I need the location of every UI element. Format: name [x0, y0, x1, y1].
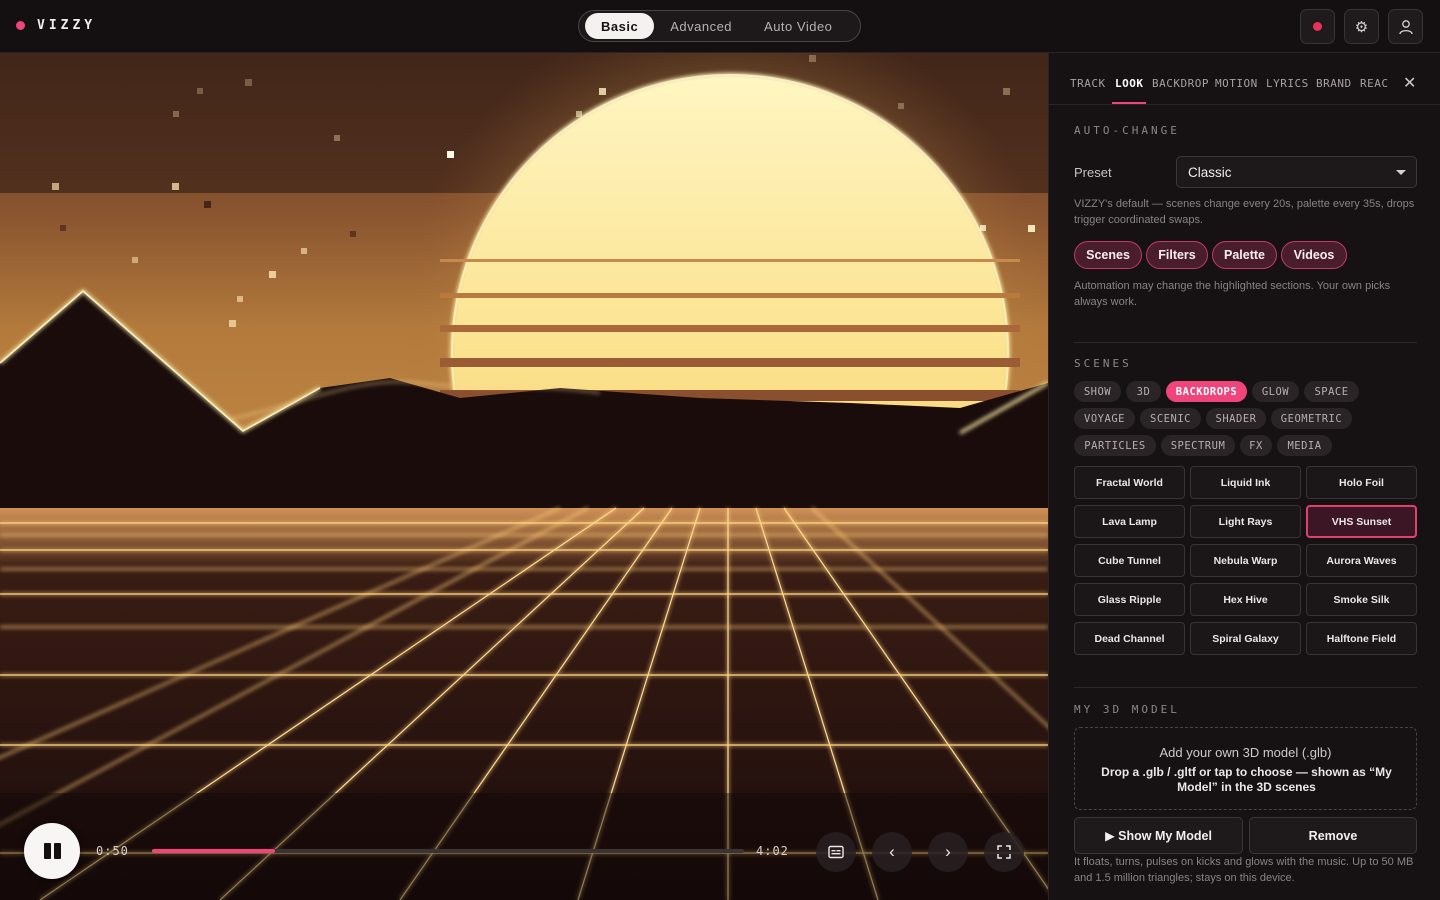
- captions-icon: [828, 845, 844, 859]
- remove-model-button[interactable]: Remove: [1249, 817, 1417, 854]
- scene-glass-ripple[interactable]: Glass Ripple: [1074, 583, 1185, 616]
- panel-tabs: TRACK LOOK BACKDROP MOTION LYRICS BRAND …: [1049, 53, 1440, 105]
- mode-advanced[interactable]: Advanced: [654, 13, 748, 39]
- record-button[interactable]: [1300, 9, 1335, 44]
- category-particles[interactable]: PARTICLES: [1074, 435, 1156, 456]
- tab-react[interactable]: REAC: [1360, 77, 1389, 90]
- scene-spiral-galaxy[interactable]: Spiral Galaxy: [1190, 622, 1301, 655]
- top-bar: VIZZY Basic Advanced Auto Video ⚙: [0, 0, 1440, 53]
- visualizer-stage[interactable]: [0, 53, 1048, 900]
- scene-fractal-world[interactable]: Fractal World: [1074, 466, 1185, 499]
- category-space[interactable]: SPACE: [1304, 381, 1359, 402]
- close-icon[interactable]: ✕: [1403, 73, 1416, 93]
- mode-basic[interactable]: Basic: [585, 13, 655, 39]
- tab-motion[interactable]: MOTION: [1215, 77, 1258, 90]
- divider: [1074, 687, 1417, 688]
- tab-brand[interactable]: BRAND: [1316, 77, 1352, 90]
- vhs-sunset-visual: [0, 53, 1048, 900]
- scene-halftone-field[interactable]: Halftone Field: [1306, 622, 1417, 655]
- scene-vhs-sunset[interactable]: VHS Sunset: [1306, 505, 1417, 538]
- category-geometric[interactable]: GEOMETRIC: [1271, 408, 1352, 429]
- scene-lava-lamp[interactable]: Lava Lamp: [1074, 505, 1185, 538]
- caret-down-icon: [1396, 170, 1406, 175]
- category-fx[interactable]: FX: [1240, 435, 1272, 456]
- mode-auto-video[interactable]: Auto Video: [748, 13, 848, 39]
- category-3d[interactable]: 3D: [1126, 381, 1161, 402]
- category-backdrops[interactable]: BACKDROPS: [1166, 381, 1247, 402]
- preset-label: Preset: [1074, 165, 1112, 180]
- show-model-button[interactable]: ▶ Show My Model: [1074, 817, 1243, 854]
- scene-light-rays[interactable]: Light Rays: [1190, 505, 1301, 538]
- chevron-right-icon: ›: [945, 842, 951, 861]
- captions-button[interactable]: [816, 832, 856, 872]
- category-media[interactable]: MEDIA: [1277, 435, 1332, 456]
- category-glow[interactable]: GLOW: [1252, 381, 1299, 402]
- scene-smoke-silk[interactable]: Smoke Silk: [1306, 583, 1417, 616]
- scene-hex-hive[interactable]: Hex Hive: [1190, 583, 1301, 616]
- settings-button[interactable]: ⚙: [1344, 9, 1379, 44]
- category-voyage[interactable]: VOYAGE: [1074, 408, 1135, 429]
- scene-holo-foil[interactable]: Holo Foil: [1306, 466, 1417, 499]
- preset-description: VIZZY's default — scenes change every 20…: [1074, 198, 1415, 226]
- tab-look[interactable]: LOOK: [1115, 77, 1144, 90]
- total-time: 4:02: [756, 844, 789, 858]
- category-shader[interactable]: SHADER: [1206, 408, 1266, 429]
- account-button[interactable]: [1388, 9, 1423, 44]
- preset-value: Classic: [1188, 165, 1232, 180]
- model-title: MY 3D MODEL: [1074, 703, 1180, 716]
- category-show[interactable]: SHOW: [1074, 381, 1121, 402]
- auto-filters-toggle[interactable]: Filters: [1146, 241, 1208, 269]
- category-scenic[interactable]: SCENIC: [1140, 408, 1201, 429]
- auto-palette-toggle[interactable]: Palette: [1212, 241, 1277, 269]
- dropzone-subtitle: Drop a .glb / .gltf or tap to choose — s…: [1101, 765, 1392, 794]
- scene-aurora-waves[interactable]: Aurora Waves: [1306, 544, 1417, 577]
- auto-scenes-toggle[interactable]: Scenes: [1074, 241, 1142, 269]
- scene-dead-channel[interactable]: Dead Channel: [1074, 622, 1185, 655]
- active-tab-indicator: [1112, 102, 1146, 104]
- tab-lyrics[interactable]: LYRICS: [1266, 77, 1309, 90]
- app-name: VIZZY: [37, 18, 97, 33]
- settings-panel: TRACK LOOK BACKDROP MOTION LYRICS BRAND …: [1048, 53, 1440, 900]
- brand: VIZZY: [16, 18, 96, 33]
- previous-button[interactable]: ‹: [872, 832, 912, 872]
- scene-liquid-ink[interactable]: Liquid Ink: [1190, 466, 1301, 499]
- fullscreen-icon: [997, 845, 1011, 859]
- divider: [1074, 342, 1417, 343]
- model-note: It floats, turns, pulses on kicks and gl…: [1074, 856, 1414, 884]
- preset-select[interactable]: Classic: [1176, 156, 1417, 188]
- pause-button[interactable]: [24, 823, 80, 879]
- tab-track[interactable]: TRACK: [1070, 77, 1106, 90]
- dropzone-title: Add your own 3D model (.glb): [1159, 745, 1332, 760]
- pause-icon: [43, 843, 61, 859]
- model-dropzone[interactable]: Add your own 3D model (.glb) Drop a .glb…: [1074, 727, 1417, 810]
- progress-bar[interactable]: [152, 849, 744, 853]
- brand-dot-icon: [16, 21, 25, 30]
- current-time: 0:50: [96, 844, 129, 858]
- gear-icon: ⚙: [1354, 18, 1369, 36]
- chevron-left-icon: ‹: [889, 842, 895, 861]
- scene-cube-tunnel[interactable]: Cube Tunnel: [1074, 544, 1185, 577]
- automation-note: Automation may change the highlighted se…: [1074, 280, 1391, 308]
- scenes-title: SCENES: [1074, 357, 1132, 370]
- fullscreen-button[interactable]: [984, 832, 1024, 872]
- auto-change-title: AUTO-CHANGE: [1074, 124, 1180, 137]
- category-spectrum[interactable]: SPECTRUM: [1161, 435, 1235, 456]
- auto-videos-toggle[interactable]: Videos: [1281, 241, 1347, 269]
- user-icon: [1398, 19, 1413, 34]
- mode-switch: Basic Advanced Auto Video: [578, 10, 861, 42]
- next-button[interactable]: ›: [928, 832, 968, 872]
- scene-nebula-warp[interactable]: Nebula Warp: [1190, 544, 1301, 577]
- progress-fill: [152, 849, 275, 853]
- record-icon: [1313, 22, 1322, 31]
- tab-backdrop[interactable]: BACKDROP: [1152, 77, 1209, 90]
